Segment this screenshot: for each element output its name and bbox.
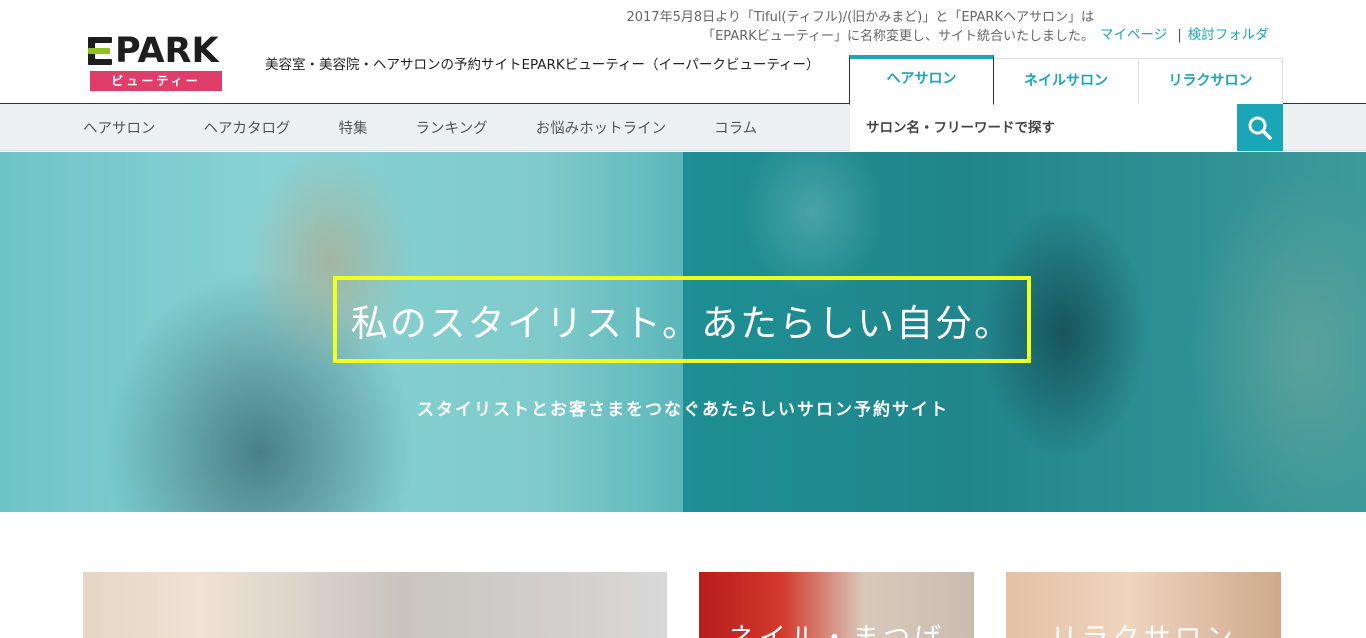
nav-item-column[interactable]: コラム <box>714 117 757 138</box>
folder-link[interactable]: 検討フォルダ <box>1188 27 1269 43</box>
card-nail-label: ネイル・まつげ <box>699 616 974 638</box>
search-input[interactable] <box>850 104 1237 151</box>
nav-item-hair-catalog[interactable]: ヘアカタログ <box>204 117 291 138</box>
category-tabs: ヘアサロン ネイルサロン リラクサロン <box>849 55 1283 107</box>
hero-title-frame: 私のスタイリスト。あたらしい自分。 <box>333 276 1031 363</box>
tab-hair-salon[interactable]: ヘアサロン <box>849 55 994 105</box>
top-links: マイページ | 検討フォルダ <box>1100 27 1269 44</box>
nav-item-hotline[interactable]: お悩みホットライン <box>536 117 667 138</box>
main-nav-bar: ヘアサロン ヘアカタログ 特集 ランキング お悩みホットライン コラム <box>0 104 1366 151</box>
logo-e-icon <box>88 36 112 66</box>
hero-subtitle: スタイリストとお客さまをつなぐあたらしいサロン予約サイト <box>417 400 949 420</box>
hero-banner: 私のスタイリスト。あたらしい自分。 スタイリストとお客さまをつなぐあたらしいサロ… <box>0 152 1366 512</box>
card-nail-eyelash[interactable]: ネイル・まつげ <box>699 572 974 638</box>
search-button[interactable] <box>1237 104 1283 151</box>
main-nav: ヘアサロン ヘアカタログ 特集 ランキング お悩みホットライン コラム <box>83 104 805 151</box>
site-tagline: 美容室・美容院・ヘアサロンの予約サイトEPARKビューティー（イーパークビューテ… <box>265 57 820 73</box>
epark-beauty-logo[interactable]: PARK ビューティー <box>88 34 222 92</box>
card-hair-salon[interactable] <box>83 572 667 638</box>
search-box <box>850 104 1283 151</box>
hero-title: 私のスタイリスト。あたらしい自分。 <box>350 301 1014 345</box>
nav-item-features[interactable]: 特集 <box>339 117 368 138</box>
link-separator: | <box>1177 27 1182 43</box>
logo-subtitle: ビューティー <box>90 71 222 91</box>
notice-line-2: 「EPARKビューティー」に名称変更し、サイト統合いたしました。 <box>702 29 1094 44</box>
logo-text: PARK <box>115 31 219 71</box>
card-relax-label: リラクサロン <box>1006 616 1281 638</box>
mypage-link[interactable]: マイページ <box>1100 27 1167 43</box>
nav-item-hair-salon[interactable]: ヘアサロン <box>83 117 156 138</box>
notice-line-1: 2017年5月8日より「Tiful(ティフル)/(旧かみまど)」と「EPARKヘ… <box>626 10 1094 25</box>
site-header: PARK ビューティー 美容室・美容院・ヘアサロンの予約サイトEPARKビューテ… <box>0 0 1366 107</box>
search-icon <box>1248 116 1272 140</box>
card-relax-salon[interactable]: リラクサロン <box>1006 572 1281 638</box>
nav-item-ranking[interactable]: ランキング <box>416 117 488 138</box>
tab-nail-salon[interactable]: ネイルサロン <box>994 58 1139 107</box>
logo-wordmark: PARK <box>88 31 219 71</box>
tab-relax-salon[interactable]: リラクサロン <box>1139 58 1283 107</box>
category-cards: ネイル・まつげ リラクサロン <box>0 572 1366 638</box>
merge-notice: 2017年5月8日より「Tiful(ティフル)/(旧かみまど)」と「EPARKヘ… <box>626 8 1094 46</box>
